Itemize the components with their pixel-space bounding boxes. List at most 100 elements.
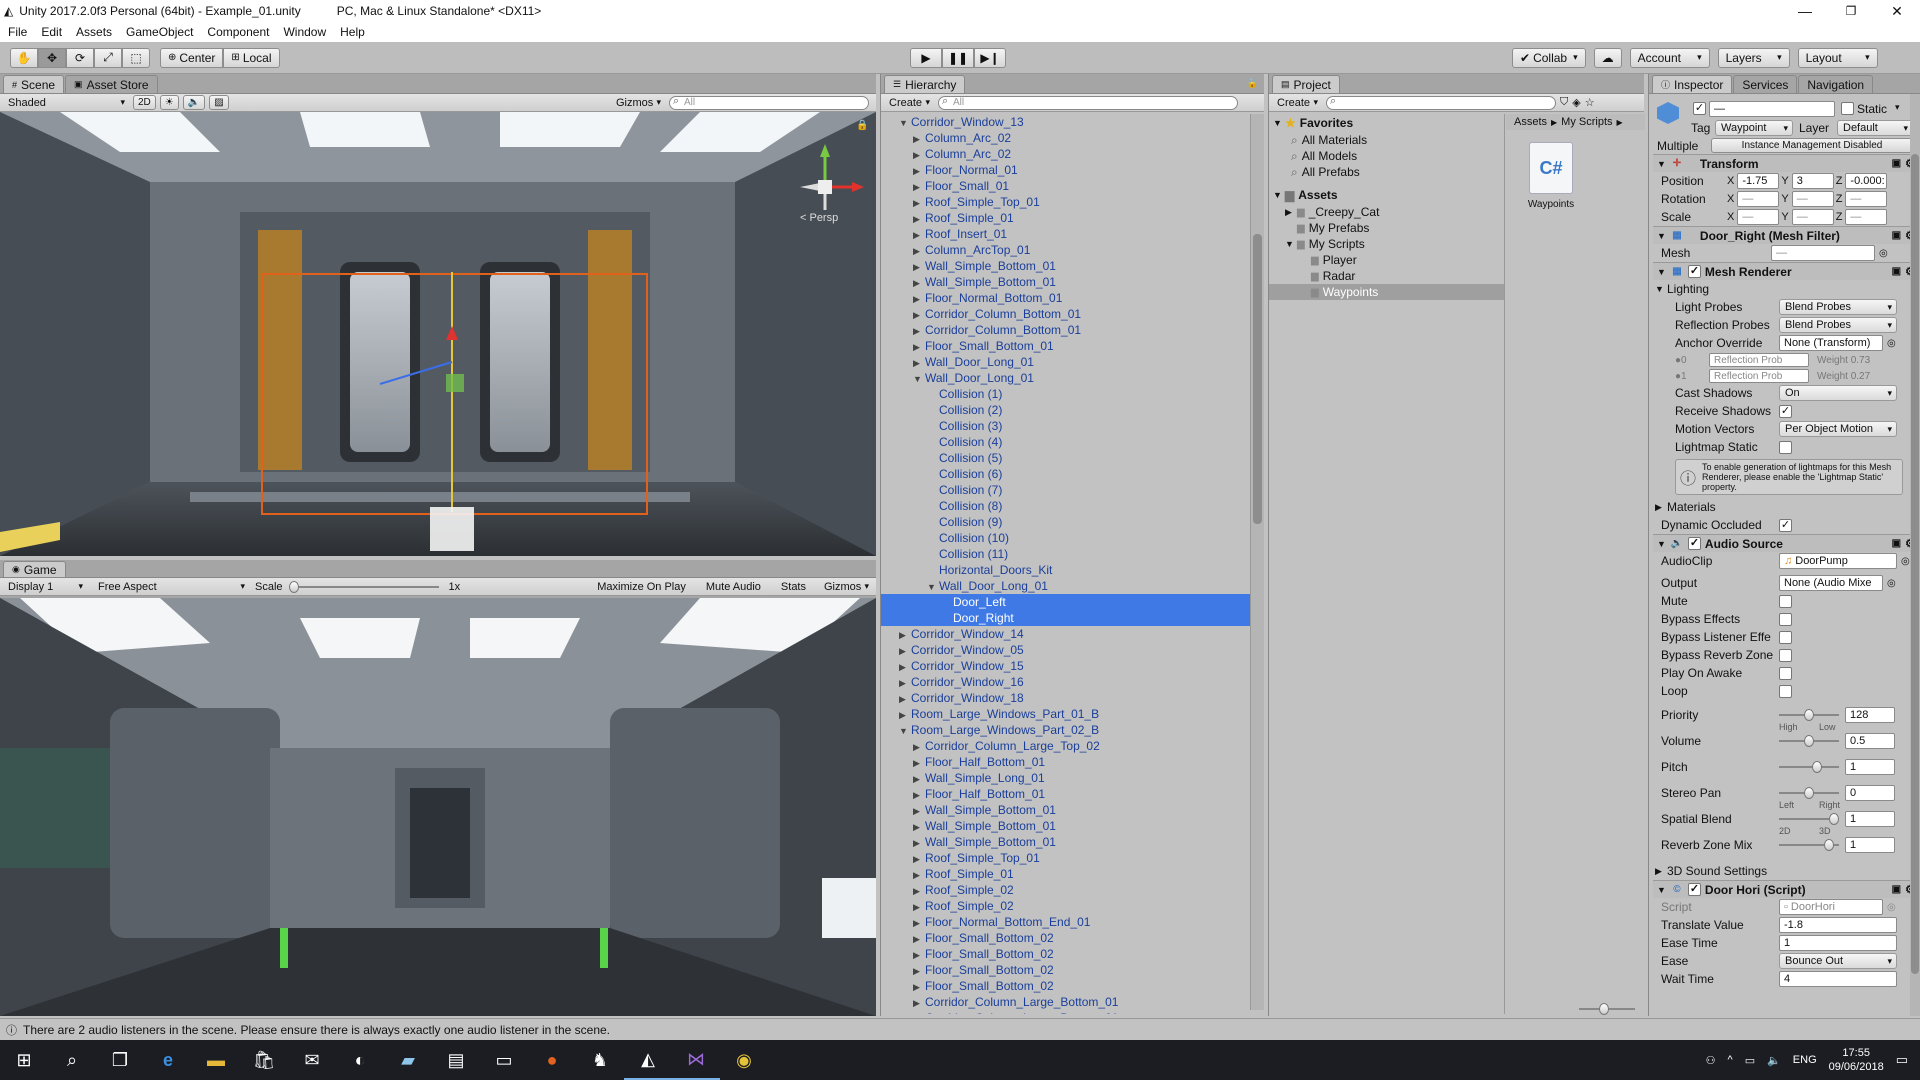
asset-folder-item[interactable]: ▆ Player [1269, 252, 1504, 268]
object-picker-icon[interactable]: ◎ [1887, 338, 1896, 349]
network-icon[interactable]: ▭ [1745, 1054, 1755, 1067]
hand-tool-icon[interactable]: ✋ [10, 47, 38, 68]
bypass-reverb-checkbox[interactable] [1779, 648, 1792, 662]
3d-sound-settings-foldout[interactable]: ▶ 3D Sound Settings [1653, 862, 1917, 880]
audioclip-field[interactable]: ♫ DoorPump [1779, 553, 1897, 569]
reflection-probes-dropdown[interactable]: Blend Probes [1779, 317, 1897, 333]
tree-arrow-icon[interactable]: ▶ [899, 659, 911, 675]
asset-folder-item[interactable]: ▆ My Prefabs [1269, 220, 1504, 236]
tree-arrow-icon[interactable]: ▶ [913, 947, 925, 963]
hierarchy-scrollbar[interactable] [1250, 114, 1264, 1010]
chrome-icon[interactable]: ◉ [720, 1040, 768, 1080]
maximize-on-play-toggle[interactable]: Maximize On Play [590, 579, 693, 594]
tab-scene[interactable]: # Scene [3, 75, 65, 93]
hierarchy-row[interactable]: ▼ Room_Large_Windows_Part_02_B [881, 722, 1251, 738]
tree-arrow-icon[interactable]: ▼ [899, 723, 911, 739]
tree-arrow-icon[interactable]: ▶ [913, 755, 925, 771]
hierarchy-row[interactable]: ▶ Corridor_Column_Bottom_01 [881, 306, 1251, 322]
file-waypoints[interactable]: C# Waypoints [1516, 142, 1586, 210]
hierarchy-row[interactable]: Collision (1) [881, 386, 1251, 402]
hierarchy-row[interactable]: Collision (3) [881, 418, 1251, 434]
ease-time-field[interactable]: 1 [1779, 935, 1897, 951]
hierarchy-row[interactable]: ▶Corridor_Column_Large_Bottom_01 [881, 1010, 1251, 1014]
priority-slider[interactable] [1779, 709, 1839, 721]
hierarchy-row[interactable]: ▶ Wall_Simple_Long_01 [881, 770, 1251, 786]
hierarchy-row[interactable]: Collision (5) [881, 450, 1251, 466]
favorite-star-icon[interactable]: ☆ [1585, 96, 1595, 109]
tree-arrow-icon[interactable]: ▶ [913, 291, 925, 307]
store-icon[interactable]: 🛍 [240, 1040, 288, 1080]
audio-source-enabled-checkbox[interactable]: ✓ [1687, 537, 1701, 550]
hierarchy-row[interactable]: ▶ Roof_Simple_01 [881, 210, 1251, 226]
tree-arrow-icon[interactable]: ▶ [913, 179, 925, 195]
hierarchy-row[interactable]: Door_Left [881, 594, 1251, 610]
tree-arrow-icon[interactable]: ▶ [899, 627, 911, 643]
cloud-button[interactable]: ☁ [1593, 47, 1622, 68]
tab-asset-store[interactable]: ▣ Asset Store [65, 75, 158, 93]
breadcrumb-assets[interactable]: Assets [1514, 116, 1547, 128]
hierarchy-row[interactable]: Collision (2) [881, 402, 1251, 418]
filter-type-icon[interactable]: ⛉ [1560, 96, 1568, 109]
visual-studio-icon[interactable]: ⋈ [672, 1040, 720, 1080]
scale-slider[interactable] [288, 580, 439, 593]
output-field[interactable]: None (Audio Mixe [1779, 575, 1883, 591]
door-script-enabled-checkbox[interactable]: ✓ [1687, 883, 1701, 896]
hierarchy-row[interactable]: ▶ Roof_Simple_01 [881, 866, 1251, 882]
hierarchy-search-input[interactable]: All [938, 95, 1238, 110]
step-button[interactable]: ▶❙ [974, 47, 1006, 68]
aspect-dropdown[interactable]: Free Aspect [93, 579, 249, 595]
hierarchy-row[interactable]: ▶ Floor_Half_Bottom_01 [881, 786, 1251, 802]
transform-position-x-field[interactable]: -1.75 [1737, 173, 1780, 189]
hierarchy-row[interactable]: ▶ Wall_Door_Long_01 [881, 354, 1251, 370]
hierarchy-row[interactable]: ▶ Floor_Half_Bottom_01 [881, 754, 1251, 770]
transform-scale-x-field[interactable]: — [1737, 209, 1780, 225]
tree-arrow-icon[interactable]: ▶ [913, 819, 925, 835]
tree-arrow-icon[interactable]: ▶ [913, 259, 925, 275]
hierarchy-row[interactable]: ▶ Floor_Normal_01 [881, 162, 1251, 178]
tree-arrow-icon[interactable]: ▶ [913, 739, 925, 755]
tree-arrow-icon[interactable]: ▶ [913, 787, 925, 803]
search-icon[interactable]: ⌕ [48, 1040, 96, 1080]
transform-position-y-field[interactable]: 3 [1791, 173, 1834, 189]
tree-arrow-icon[interactable]: ▶ [913, 355, 925, 371]
scrollbar-thumb[interactable] [1253, 234, 1262, 524]
hierarchy-row[interactable]: ▶ Room_Large_Windows_Part_01_B [881, 706, 1251, 722]
hierarchy-row[interactable]: ▶ Corridor_Column_Bottom_01 [881, 322, 1251, 338]
dynamic-occluded-checkbox[interactable]: ✓ [1779, 518, 1792, 532]
tree-arrow-icon[interactable]: ▶ [913, 131, 925, 147]
notepad-icon[interactable]: ▰ [384, 1040, 432, 1080]
start-windows-icon[interactable]: ⊞ [0, 1040, 48, 1080]
hierarchy-create-dropdown[interactable]: Create [884, 95, 934, 111]
layer-dropdown[interactable]: Default [1837, 120, 1913, 136]
hierarchy-row[interactable]: ▶ Floor_Small_Bottom_02 [881, 962, 1251, 978]
help-book-icon[interactable]: ▣ [1892, 158, 1901, 169]
chevron-up-icon[interactable]: ^ [1728, 1054, 1733, 1066]
panel-lock-icon[interactable]: 🔒 [1247, 78, 1258, 89]
volume-slider[interactable] [1779, 735, 1839, 747]
lighting-toggle[interactable]: ☀ [159, 95, 179, 110]
unity-taskbar-icon[interactable]: ◭ [624, 1040, 672, 1080]
hierarchy-row[interactable]: ▶ Column_ArcTop_01 [881, 242, 1251, 258]
tree-arrow-icon[interactable]: ▶ [913, 915, 925, 931]
game-gizmos-dropdown[interactable]: Gizmos [819, 579, 873, 595]
hierarchy-row[interactable]: ▶ Floor_Small_Bottom_01 [881, 338, 1251, 354]
menu-item-window[interactable]: Window [283, 25, 326, 39]
transform-scale-z-field[interactable]: — [1845, 209, 1888, 225]
hierarchy-row[interactable]: ▶ Floor_Small_Bottom_02 [881, 930, 1251, 946]
scene-viewport[interactable]: < Persp 🔒 [0, 112, 876, 556]
hierarchy-row[interactable]: ▶ Corridor_Window_15 [881, 658, 1251, 674]
hierarchy-row[interactable]: Collision (9) [881, 514, 1251, 530]
cast-shadows-dropdown[interactable]: On [1779, 385, 1897, 401]
tree-arrow-icon[interactable]: ▶ [913, 931, 925, 947]
mesh-filter-header[interactable]: ▼▦ Door_Right (Mesh Filter) ▣ ⚙ [1653, 226, 1917, 244]
object-picker-icon[interactable]: ◎ [1901, 556, 1910, 567]
play-on-awake-checkbox[interactable] [1779, 666, 1792, 680]
hierarchy-row[interactable]: ▶ Wall_Simple_Bottom_01 [881, 834, 1251, 850]
motion-vectors-dropdown[interactable]: Per Object Motion [1779, 421, 1897, 437]
hierarchy-row[interactable]: ▶ Column_Arc_02 [881, 146, 1251, 162]
scene-gizmos-dropdown[interactable]: Gizmos [611, 95, 665, 111]
tree-arrow-icon[interactable]: ▶ [899, 691, 911, 707]
maximize-button[interactable]: ❐ [1828, 4, 1874, 18]
close-window-button[interactable]: ✕ [1874, 3, 1920, 20]
tree-arrow-icon[interactable]: ▶ [913, 771, 925, 787]
